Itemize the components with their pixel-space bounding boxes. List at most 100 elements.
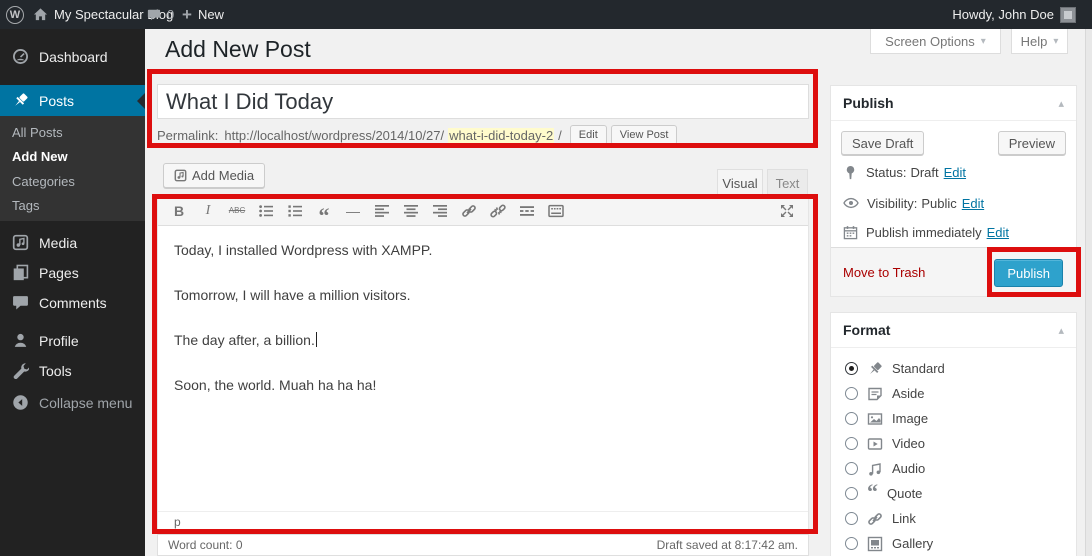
new-content-menu[interactable]: + New: [182, 0, 224, 29]
radio-video[interactable]: [845, 437, 858, 450]
media-icon: [12, 234, 29, 251]
avatar: [1060, 7, 1076, 23]
radio-audio[interactable]: [845, 462, 858, 475]
help-tab[interactable]: Help ▾: [1011, 29, 1068, 54]
sidebar-item-pages[interactable]: Pages: [0, 257, 145, 288]
text-caret: [316, 332, 317, 347]
submenu-item-add-new[interactable]: Add New: [0, 144, 145, 169]
admin-menu: Dashboard Posts All Posts Add New Catego…: [0, 29, 145, 556]
new-label: New: [198, 7, 224, 22]
publish-button[interactable]: Publish: [994, 259, 1063, 287]
page-title: Add New Post: [165, 36, 311, 63]
editor-paragraph: Today, I installed Wordpress with XAMPP.: [174, 240, 792, 261]
add-media-label: Add Media: [192, 168, 254, 183]
sidebar-item-posts[interactable]: Posts: [0, 85, 145, 116]
eye-icon: [843, 195, 859, 211]
sidebar-item-dashboard[interactable]: Dashboard: [0, 41, 145, 72]
submenu-item-tags[interactable]: Tags: [0, 193, 145, 218]
preview-button[interactable]: Preview: [998, 131, 1066, 155]
format-option-audio[interactable]: Audio: [845, 456, 925, 481]
account-menu-avatar[interactable]: [1060, 0, 1076, 29]
submenu-item-categories[interactable]: Categories: [0, 169, 145, 194]
sidebar-label-dashboard: Dashboard: [39, 49, 108, 65]
align-left-icon[interactable]: [371, 200, 393, 222]
horizontal-rule-icon[interactable]: —: [342, 200, 364, 222]
wordpress-logo-icon: W: [6, 6, 24, 24]
unlink-icon[interactable]: [487, 200, 509, 222]
panel-toggle-icon[interactable]: ▴: [1058, 324, 1064, 337]
publishing-actions: Move to Trash Publish: [831, 247, 1076, 296]
wordpress-logo-menu[interactable]: W: [6, 0, 24, 29]
move-to-trash-link[interactable]: Move to Trash: [843, 265, 925, 280]
edit-schedule-link[interactable]: Edit: [987, 225, 1009, 240]
scrollbar[interactable]: [1085, 29, 1092, 556]
editor-paragraph: Soon, the world. Muah ha ha ha!: [174, 375, 792, 396]
publish-box-title: Publish: [843, 95, 894, 111]
sidebar-item-tools[interactable]: Tools: [0, 355, 145, 386]
format-option-video[interactable]: Video: [845, 431, 925, 456]
strikethrough-icon[interactable]: ABC: [226, 200, 248, 222]
radio-gallery[interactable]: [845, 537, 858, 550]
blockquote-icon[interactable]: “: [313, 200, 335, 222]
account-menu[interactable]: Howdy, John Doe: [952, 0, 1054, 29]
help-label: Help: [1021, 34, 1048, 49]
publish-box-header[interactable]: Publish ▴: [831, 86, 1076, 121]
screen-options-label: Screen Options: [885, 34, 975, 49]
comments-count: 0: [167, 7, 174, 22]
image-icon: [867, 411, 883, 427]
format-option-aside[interactable]: Aside: [845, 381, 925, 406]
permalink-base: http://localhost/wordpress/2014/10/27/: [224, 128, 444, 143]
permalink-label: Permalink:: [157, 128, 218, 143]
italic-icon[interactable]: I: [197, 200, 219, 222]
howdy-text: Howdy, John Doe: [952, 7, 1054, 22]
tab-text[interactable]: Text: [767, 169, 808, 196]
align-center-icon[interactable]: [400, 200, 422, 222]
chevron-down-icon: ▾: [981, 36, 986, 47]
format-box: Format ▴ Standard Aside Image: [830, 312, 1077, 556]
format-label: Video: [892, 436, 925, 451]
tab-visual[interactable]: Visual: [717, 169, 763, 196]
bullet-list-icon[interactable]: [255, 200, 277, 222]
screen-options-tab[interactable]: Screen Options ▾: [870, 29, 1001, 54]
more-tag-icon[interactable]: [516, 200, 538, 222]
format-label: Gallery: [892, 536, 933, 551]
radio-aside[interactable]: [845, 387, 858, 400]
format-box-header[interactable]: Format ▴: [831, 313, 1076, 348]
post-title-input[interactable]: [157, 84, 809, 119]
submenu-item-all-posts[interactable]: All Posts: [0, 120, 145, 145]
edit-status-link[interactable]: Edit: [944, 165, 966, 180]
comments-menu[interactable]: 0: [147, 0, 174, 29]
edit-permalink-button[interactable]: Edit: [570, 125, 607, 145]
post-editor: B I ABC “ —: [157, 195, 809, 532]
radio-link[interactable]: [845, 512, 858, 525]
numbered-list-icon[interactable]: [284, 200, 306, 222]
permalink-row: Permalink: http://localhost/wordpress/20…: [157, 124, 677, 146]
save-draft-button[interactable]: Save Draft: [841, 131, 924, 155]
audio-icon: [867, 461, 883, 477]
sidebar-item-media[interactable]: Media: [0, 227, 145, 258]
format-option-gallery[interactable]: Gallery: [845, 531, 933, 556]
add-media-button[interactable]: Add Media: [163, 163, 265, 188]
format-option-standard[interactable]: Standard: [845, 356, 945, 381]
editor-paragraph: The day after, a billion.: [174, 330, 792, 351]
editor-content-area[interactable]: Today, I installed Wordpress with XAMPP.…: [158, 227, 808, 508]
panel-toggle-icon[interactable]: ▴: [1058, 97, 1064, 110]
link-icon[interactable]: [458, 200, 480, 222]
sidebar-item-comments[interactable]: Comments: [0, 287, 145, 318]
sidebar-item-collapse-menu[interactable]: Collapse menu: [0, 387, 145, 418]
radio-image[interactable]: [845, 412, 858, 425]
format-option-link[interactable]: Link: [845, 506, 916, 531]
format-option-image[interactable]: Image: [845, 406, 928, 431]
fullscreen-icon[interactable]: [776, 200, 798, 222]
toolbar-toggle-icon[interactable]: [545, 200, 567, 222]
format-option-quote[interactable]: “ Quote: [845, 481, 922, 506]
sidebar-item-profile[interactable]: Profile: [0, 325, 145, 356]
radio-quote[interactable]: [845, 487, 858, 500]
admin-bar: W My Spectacular Blog 0 + New Howdy, Joh…: [0, 0, 1092, 29]
bold-icon[interactable]: B: [168, 200, 190, 222]
edit-visibility-link[interactable]: Edit: [962, 196, 984, 211]
sidebar-label-comments: Comments: [39, 295, 107, 311]
view-post-button[interactable]: View Post: [611, 125, 678, 145]
radio-standard[interactable]: [845, 362, 858, 375]
align-right-icon[interactable]: [429, 200, 451, 222]
